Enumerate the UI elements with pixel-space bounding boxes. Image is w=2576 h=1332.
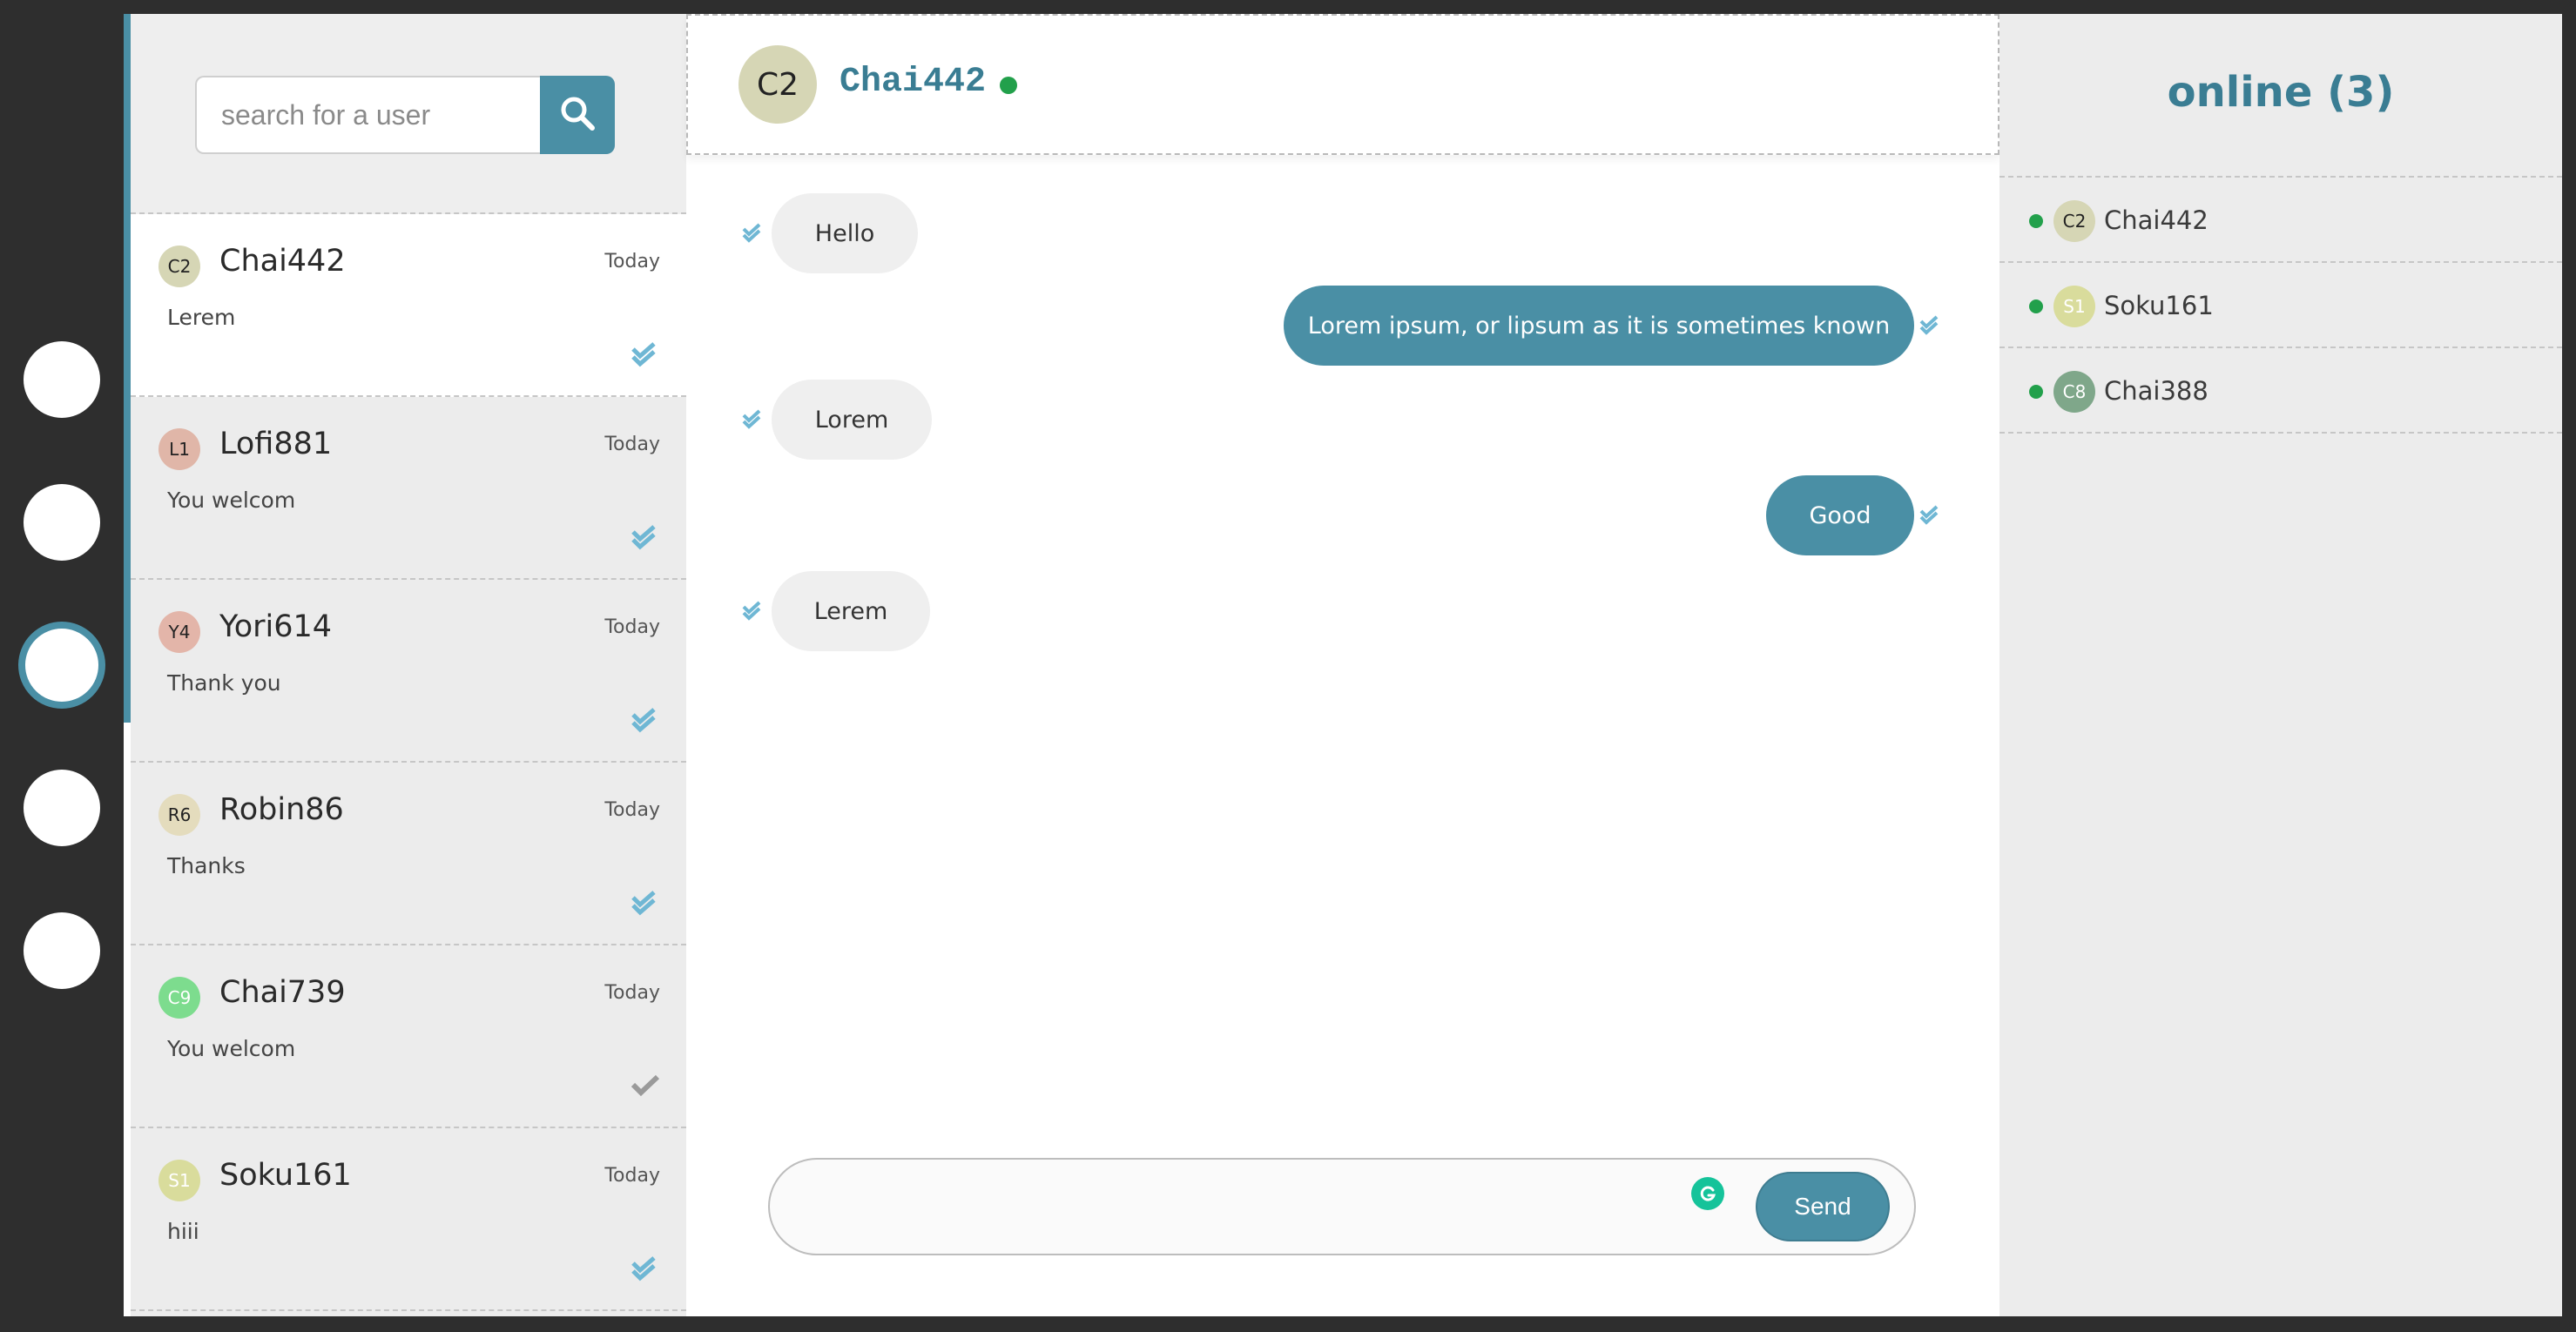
incoming-message: Lerem [772,571,930,651]
nav-button-3-active[interactable] [18,622,105,709]
double-check-icon [742,601,765,622]
search-button[interactable] [540,76,615,154]
online-status-dot [1000,77,1017,94]
conversation-title: Chai442 [840,63,987,102]
nav-button-1[interactable] [24,341,100,418]
online-user-item-2[interactable]: C8 Chai388 [1999,348,2562,434]
conversation-name: Lofi881 [219,427,333,461]
double-check-icon [631,524,662,550]
nav-rail [0,0,124,1332]
conversation-time: Today [604,982,660,1004]
double-check-icon [631,890,662,916]
avatar: C2 [738,45,817,124]
conversation-preview: You welcom [167,1036,296,1061]
conversation-sidebar: C2 Chai442 Today Lerem L1 Lofi881 Today You wel… [131,14,686,1316]
conversation-time: Today [604,616,660,638]
outgoing-message: Lorem ipsum, or lipsum as it is sometime… [1284,286,1914,366]
conversation-panel: C2 Chai442 Hello Lorem ipsum, or lipsum a… [686,14,1999,1316]
avatar: S1 [2053,286,2095,327]
double-check-icon [631,707,662,733]
double-check-icon [1919,315,1942,336]
nav-button-2[interactable] [24,484,100,561]
avatar: C9 [158,977,200,1019]
online-status-dot [2029,299,2043,313]
avatar: S1 [158,1160,200,1201]
conversation-time: Today [604,1165,660,1187]
conversation-name: Robin86 [219,792,344,827]
avatar: R6 [158,794,200,836]
online-status-dot [2029,385,2043,399]
search-input[interactable] [195,76,542,154]
online-count-title: online (3) [2167,68,2395,117]
avatar: C2 [158,246,200,287]
outgoing-message: Good [1766,475,1914,555]
double-check-icon [742,223,765,244]
message-composer: Send [768,1158,1916,1255]
conversation-preview: Thanks [167,853,246,878]
conversation-item-1[interactable]: L1 Lofi881 Today You welcom [131,397,686,580]
conversation-item-4[interactable]: C9 Chai739 Today You welcom [131,945,686,1128]
nav-button-5[interactable] [24,912,100,989]
send-button[interactable]: Send [1756,1172,1890,1241]
search-icon [558,94,597,136]
conversation-name: Chai442 [219,244,346,279]
double-check-icon [742,409,765,430]
conversation-item-5[interactable]: S1 Soku161 Today hiii [131,1128,686,1311]
online-users-panel: online (3) C2 Chai442 S1 Soku161 C8 Chai388 [1999,14,2562,1316]
conversation-time: Today [604,434,660,455]
conversation-list: C2 Chai442 Today Lerem L1 Lofi881 Today You wel… [131,214,686,1311]
conversation-item-2[interactable]: Y4 Yori614 Today Thank you [131,580,686,763]
conversation-name: Soku161 [219,1158,352,1193]
conversation-item-0[interactable]: C2 Chai442 Today Lerem [131,214,686,397]
avatar: C8 [2053,371,2095,413]
avatar: Y4 [158,611,200,653]
online-user-item-1[interactable]: S1 Soku161 [1999,263,2562,348]
online-user-name: Soku161 [2104,291,2214,320]
conversation-time: Today [604,799,660,821]
online-user-name: Chai388 [2104,376,2208,406]
conversation-header: C2 Chai442 [686,14,1999,155]
conversation-preview: Lerem [167,305,236,330]
online-user-name: Chai442 [2104,205,2208,235]
conversation-preview: Thank you [167,670,281,696]
chat-app: C2 Chai442 Today Lerem L1 Lofi881 Today You wel… [124,14,2562,1316]
double-check-icon [631,341,662,367]
message-input[interactable] [796,1177,1719,1238]
online-user-list: C2 Chai442 S1 Soku161 C8 Chai388 [1999,176,2562,434]
online-status-dot [2029,214,2043,228]
conversation-preview: You welcom [167,488,296,513]
conversation-time: Today [604,251,660,272]
grammarly-icon[interactable] [1691,1177,1724,1210]
double-check-icon [631,1255,662,1282]
conversation-item-3[interactable]: R6 Robin86 Today Thanks [131,763,686,945]
incoming-message: Lorem [772,380,932,460]
double-check-icon [1919,505,1942,526]
search-area [131,14,686,214]
check-icon [631,1073,662,1099]
conversation-name: Yori614 [219,609,333,644]
avatar: L1 [158,428,200,470]
incoming-message: Hello [772,193,918,273]
nav-button-4[interactable] [24,770,100,846]
avatar: C2 [2053,200,2095,242]
conversation-preview: hiii [167,1219,199,1244]
online-user-item-0[interactable]: C2 Chai442 [1999,178,2562,263]
conversation-name: Chai739 [219,975,346,1010]
